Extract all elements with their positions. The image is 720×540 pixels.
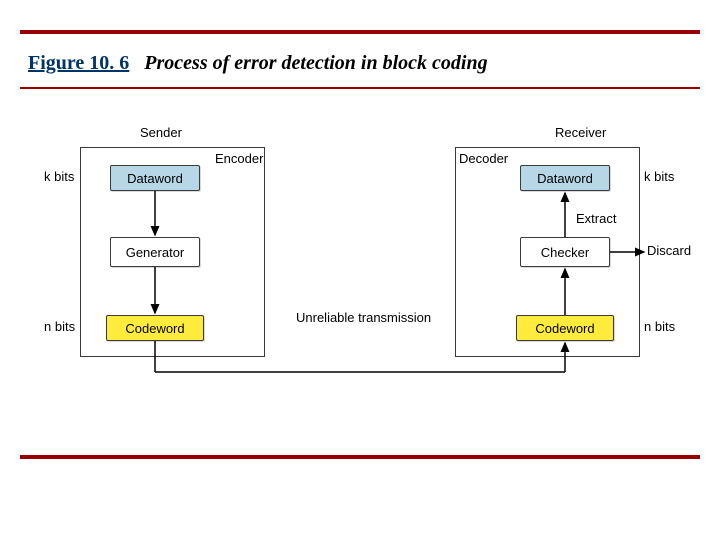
block-coding-diagram: Sender Receiver Encoder Decoder Dataword…: [0, 107, 720, 397]
extract-label: Extract: [576, 211, 616, 226]
sender-codeword-text: Codeword: [125, 321, 184, 336]
receiver-kbits: k bits: [644, 169, 674, 184]
receiver-dataword-text: Dataword: [537, 171, 593, 186]
sender-generator: Generator: [110, 237, 200, 267]
receiver-checker: Checker: [520, 237, 610, 267]
receiver-title: Receiver: [555, 125, 606, 140]
receiver-checker-text: Checker: [541, 245, 589, 260]
sender-dataword: Dataword: [110, 165, 200, 191]
receiver-codeword-text: Codeword: [535, 321, 594, 336]
receiver-codeword: Codeword: [516, 315, 614, 341]
receiver-nbits: n bits: [644, 319, 675, 334]
mid-rule: [20, 87, 700, 89]
figure-title-row: Figure 10. 6 Process of error detection …: [0, 34, 720, 87]
sender-codeword: Codeword: [106, 315, 204, 341]
sender-generator-text: Generator: [126, 245, 185, 260]
sender-title: Sender: [140, 125, 182, 140]
encoder-label: Encoder: [215, 151, 263, 166]
sender-dataword-text: Dataword: [127, 171, 183, 186]
figure-number: Figure 10. 6: [28, 52, 129, 74]
discard-label: Discard: [647, 243, 691, 258]
receiver-dataword: Dataword: [520, 165, 610, 191]
transmission-label: Unreliable transmission: [296, 310, 431, 325]
bottom-rule: [20, 455, 700, 459]
figure-caption: Process of error detection in block codi…: [144, 52, 487, 74]
sender-kbits: k bits: [44, 169, 74, 184]
sender-nbits: n bits: [44, 319, 75, 334]
decoder-label: Decoder: [459, 151, 508, 166]
